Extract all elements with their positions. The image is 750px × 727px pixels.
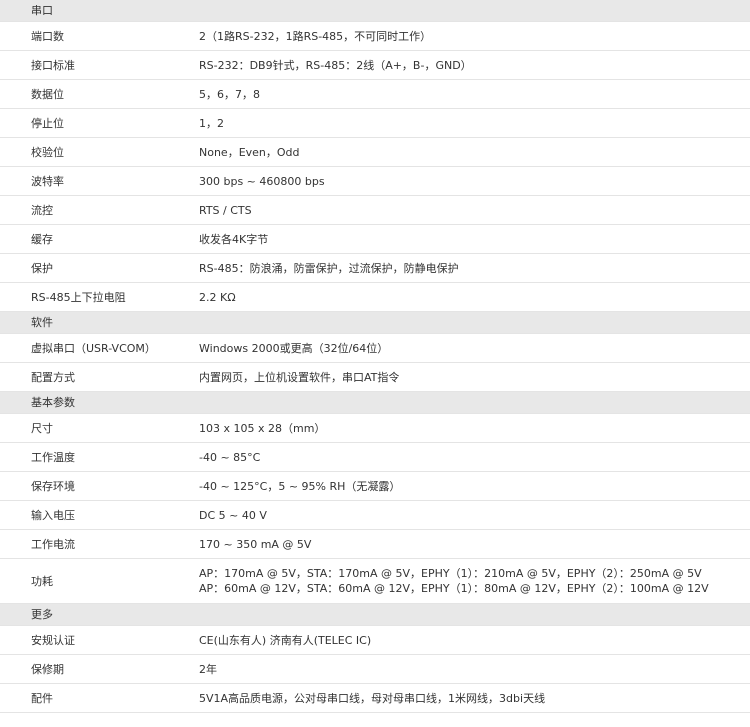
spec-value: 1，2 — [199, 108, 750, 138]
spec-key: 接口标准 — [0, 50, 199, 80]
spec-row: 停止位 1，2 — [0, 108, 750, 138]
spec-value: -40 ~ 85°C — [199, 442, 750, 472]
spec-value: RS-232：DB9针式，RS-485：2线（A+，B-，GND） — [199, 50, 750, 80]
spec-row: 虚拟串口（USR-VCOM） Windows 2000或更高（32位/64位） — [0, 333, 750, 363]
spec-row: 保修期 2年 — [0, 654, 750, 684]
spec-value: 2（1路RS-232，1路RS-485，不可同时工作） — [199, 21, 750, 51]
spec-row: 校验位 None，Even，Odd — [0, 137, 750, 167]
spec-row: 波特率 300 bps ~ 460800 bps — [0, 166, 750, 196]
section-header-serial: 串口 — [0, 0, 750, 22]
spec-row: 端口数 2（1路RS-232，1路RS-485，不可同时工作） — [0, 21, 750, 51]
spec-value: 300 bps ~ 460800 bps — [199, 166, 750, 196]
spec-key: 输入电压 — [0, 500, 199, 530]
spec-key: 配件 — [0, 683, 199, 713]
spec-key: 安规认证 — [0, 625, 199, 655]
spec-value: CE(山东有人) 济南有人(TELEC IC) — [199, 625, 750, 655]
spec-key: 校验位 — [0, 137, 199, 167]
section-header-basic: 基本参数 — [0, 391, 750, 414]
spec-row: 保存环境 -40 ~ 125°C，5 ~ 95% RH（无凝露） — [0, 471, 750, 501]
spec-value: RS-485：防浪涌，防雷保护，过流保护，防静电保护 — [199, 253, 750, 283]
spec-key: 端口数 — [0, 21, 199, 51]
spec-row: RS-485上下拉电阻 2.2 KΩ — [0, 282, 750, 312]
spec-key: 流控 — [0, 195, 199, 225]
spec-row: 功耗 AP：170mA @ 5V，STA：170mA @ 5V，EPHY（1）：… — [0, 558, 750, 604]
spec-value: AP：170mA @ 5V，STA：170mA @ 5V，EPHY（1）：210… — [199, 558, 750, 604]
spec-value: Windows 2000或更高（32位/64位） — [199, 333, 750, 363]
spec-value: 2年 — [199, 654, 750, 684]
spec-row: 安规认证 CE(山东有人) 济南有人(TELEC IC) — [0, 625, 750, 655]
section-title: 软件 — [0, 311, 750, 334]
spec-row: 配件 5V1A高品质电源，公对母串口线，母对母串口线，1米网线，3dbi天线 — [0, 683, 750, 713]
spec-key: 波特率 — [0, 166, 199, 196]
spec-value: 5，6，7，8 — [199, 79, 750, 109]
spec-value: 收发各4K字节 — [199, 224, 750, 254]
spec-row: 保护 RS-485：防浪涌，防雷保护，过流保护，防静电保护 — [0, 253, 750, 283]
spec-key: 停止位 — [0, 108, 199, 138]
spec-row: 输入电压 DC 5 ~ 40 V — [0, 500, 750, 530]
spec-table: 串口 端口数 2（1路RS-232，1路RS-485，不可同时工作） 接口标准 … — [0, 0, 750, 713]
spec-value-line: AP：60mA @ 12V，STA：60mA @ 12V，EPHY（1）：80m… — [199, 582, 709, 595]
section-title: 串口 — [0, 0, 750, 22]
spec-row: 工作温度 -40 ~ 85°C — [0, 442, 750, 472]
section-header-more: 更多 — [0, 603, 750, 626]
spec-row: 配置方式 内置网页，上位机设置软件，串口AT指令 — [0, 362, 750, 392]
section-title: 更多 — [0, 603, 750, 626]
spec-value-line: AP：170mA @ 5V，STA：170mA @ 5V，EPHY（1）：210… — [199, 567, 702, 580]
spec-value: None，Even，Odd — [199, 137, 750, 167]
spec-key: 数据位 — [0, 79, 199, 109]
spec-key: 保护 — [0, 253, 199, 283]
spec-row: 尺寸 103 x 105 x 28（mm） — [0, 413, 750, 443]
section-header-software: 软件 — [0, 311, 750, 334]
spec-value: 5V1A高品质电源，公对母串口线，母对母串口线，1米网线，3dbi天线 — [199, 683, 750, 713]
spec-row: 数据位 5，6，7，8 — [0, 79, 750, 109]
spec-key: 缓存 — [0, 224, 199, 254]
spec-key: 尺寸 — [0, 413, 199, 443]
spec-key: 保存环境 — [0, 471, 199, 501]
spec-key: 虚拟串口（USR-VCOM） — [0, 333, 199, 363]
spec-value: DC 5 ~ 40 V — [199, 500, 750, 530]
spec-value: 103 x 105 x 28（mm） — [199, 413, 750, 443]
spec-value: 2.2 KΩ — [199, 282, 750, 312]
spec-key: 保修期 — [0, 654, 199, 684]
spec-row: 缓存 收发各4K字节 — [0, 224, 750, 254]
spec-key: 功耗 — [0, 558, 199, 604]
spec-row: 工作电流 170 ~ 350 mA @ 5V — [0, 529, 750, 559]
spec-row: 流控 RTS / CTS — [0, 195, 750, 225]
spec-key: RS-485上下拉电阻 — [0, 282, 199, 312]
spec-value: -40 ~ 125°C，5 ~ 95% RH（无凝露） — [199, 471, 750, 501]
spec-key: 工作温度 — [0, 442, 199, 472]
spec-value: 内置网页，上位机设置软件，串口AT指令 — [199, 362, 750, 392]
spec-value: RTS / CTS — [199, 195, 750, 225]
spec-row: 接口标准 RS-232：DB9针式，RS-485：2线（A+，B-，GND） — [0, 50, 750, 80]
spec-key: 工作电流 — [0, 529, 199, 559]
spec-value: 170 ~ 350 mA @ 5V — [199, 529, 750, 559]
spec-key: 配置方式 — [0, 362, 199, 392]
section-title: 基本参数 — [0, 391, 750, 414]
